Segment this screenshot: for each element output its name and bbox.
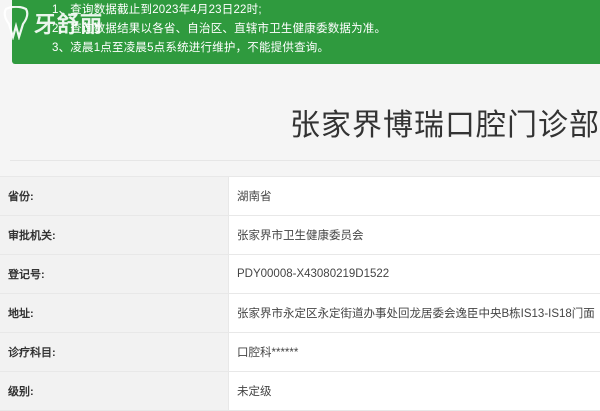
row-label: 审批机关: [0,216,228,254]
table-row-registration-number: 登记号: PDY00008-X43080219D1522 [0,255,600,294]
row-label: 省份: [0,177,228,215]
row-value: PDY00008-X43080219D1522 [228,255,600,293]
row-value: 未定级 [228,372,600,410]
page-title: 张家界博瑞口腔门诊部 [290,109,600,142]
table-row-approval-authority: 审批机关: 张家界市卫生健康委员会 [0,216,600,255]
brand-watermark: 牙舒丽 [2,3,103,43]
table-row-level: 级别: 未定级 [0,372,600,411]
table-row-departments: 诊疗科目: 口腔科****** [0,333,600,372]
watermark-text: 牙舒丽 [34,12,104,38]
row-label: 登记号: [0,255,228,293]
row-label: 诊疗科目: [0,333,228,371]
notice-line-3: 3、凌晨1点至凌晨5点系统进行维护，不能提供查询。 [52,42,330,54]
info-table: 省份: 湖南省 审批机关: 张家界市卫生健康委员会 登记号: PDY00008-… [0,176,600,411]
row-value: 湖南省 [228,177,600,215]
row-value: 张家界市卫生健康委员会 [228,216,600,254]
row-label: 地址: [0,294,228,332]
table-row-province: 省份: 湖南省 [0,177,600,216]
row-value: 口腔科****** [228,333,600,371]
tooth-logo-icon [2,6,30,40]
row-value: 张家界市永定区永定街道办事处回龙居委会逸臣中央B栋IS13-IS18门面 [228,294,600,332]
row-label: 级别: [0,372,228,410]
title-divider [10,160,600,161]
table-row-address: 地址: 张家界市永定区永定街道办事处回龙居委会逸臣中央B栋IS13-IS18门面 [0,294,600,333]
